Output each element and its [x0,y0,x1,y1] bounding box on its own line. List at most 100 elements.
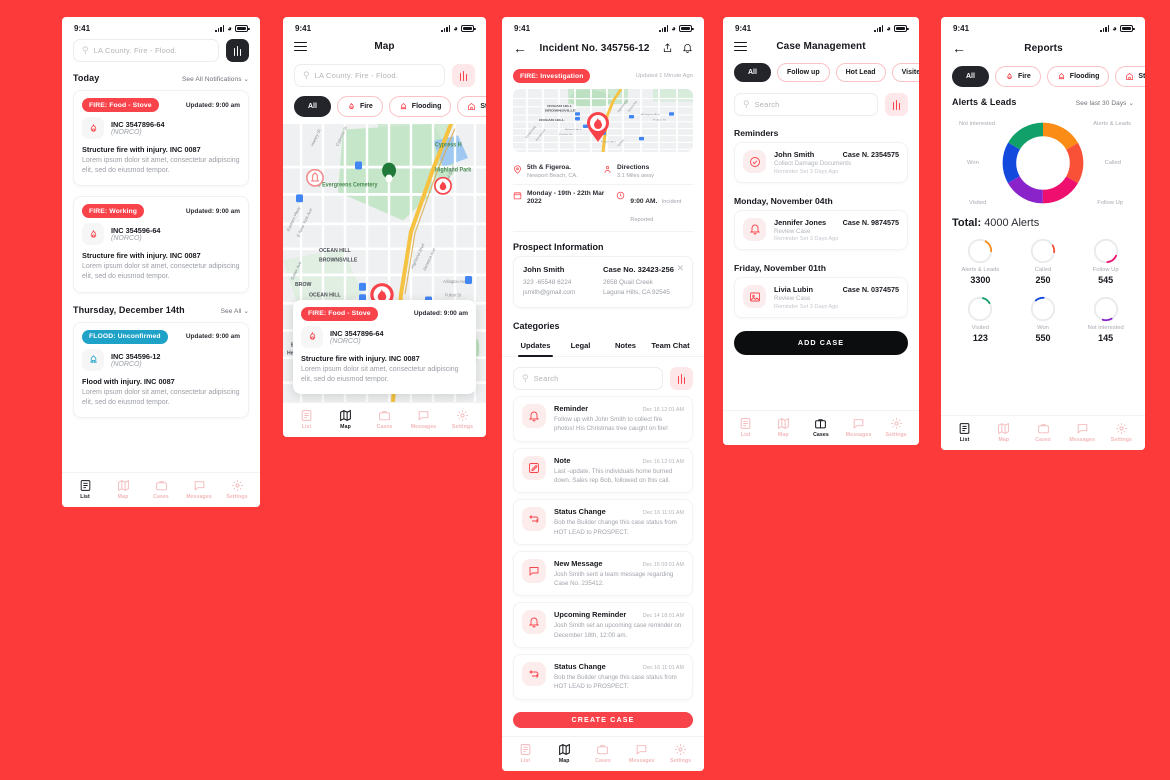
feed-title: Upcoming Reminder [554,610,627,620]
status-indicators: ◕ [215,24,250,33]
chip-flooding[interactable]: Flooding [388,96,452,117]
tab-settings[interactable]: Settings [661,743,700,764]
prospect-card[interactable]: ✕ John Smith 323 -65548 6224 jsmith@gmai… [513,255,693,309]
stat-grid: Alerts & Leads 3300 Called 250 Follow Up… [941,233,1145,351]
filter-button[interactable] [226,39,249,62]
tab-list[interactable]: List [66,479,104,500]
reminder-case-no: Case N. 0374575 [842,285,899,295]
chip-fire[interactable]: Fire [336,96,383,117]
add-case-button[interactable]: ADD CASE [734,330,908,355]
incident-map[interactable]: OCEAN HILL BROWNSVILLE OCEAN HILL Atlanti… [513,89,693,152]
svg-text:OCEAN HILL: OCEAN HILL [547,104,573,107]
chip-all[interactable]: All [952,66,989,87]
filter-button[interactable] [885,93,908,116]
tab-settings[interactable]: Settings [1102,422,1141,443]
back-button[interactable]: ← [513,41,527,55]
tab-settings[interactable]: Settings [443,409,482,430]
tab-settings[interactable]: Settings [218,479,256,500]
map-pin-fire[interactable] [433,176,453,202]
status-time: 9:41 [295,24,312,33]
reminder-name: Livia Lubin [774,285,814,295]
tab-map[interactable]: Map [326,409,365,430]
tab-list[interactable]: List [287,409,326,430]
chip-flooding[interactable]: Flooding [1046,66,1110,87]
map-popup-card[interactable]: FIRE: Food - Stove Updated: 9:00 am INC … [293,299,476,394]
reminder-sub: Review Case [774,227,811,235]
feed-item[interactable]: Status Change Dec 16 11:01 AM Bob the Bu… [513,653,693,700]
tab-cases[interactable]: Cases [365,409,404,430]
tab-list[interactable]: List [945,422,984,443]
tab-list[interactable]: List [727,417,765,438]
sliders-icon [233,45,242,56]
chip-hot-lead[interactable]: Hot Lead [835,63,886,82]
tab-cases[interactable]: Cases [1023,422,1062,443]
meta-directions[interactable]: Directions 3.1 Miles away [603,164,693,179]
create-case-button[interactable]: CREATE CASE [513,711,693,728]
tab-map[interactable]: Map [545,743,584,764]
search-input[interactable]: ⚲ Search [513,367,663,391]
chip-structural[interactable]: Structural [457,96,486,117]
meta-date: Monday - 19th - 22th Mar 2022 [513,190,616,226]
tab-cases[interactable]: Cases [142,479,180,500]
tab-list[interactable]: List [506,743,545,764]
phone-screen-reports: 9:41 ◕ ← Reports All Fire Flooding Struc… [941,17,1145,450]
hamburger-menu-icon[interactable] [734,41,747,52]
reminder-card[interactable]: Livia Lubin Case N. 0374575 Review Case … [734,277,908,318]
bell-icon[interactable] [682,42,693,54]
donut-label-follow-up: Follow Up [1097,200,1123,206]
incident-card[interactable]: FIRE: Working Updated: 9:00 am INC 35459… [73,196,249,293]
chip-structural[interactable]: Structural [1115,66,1145,87]
tab-messages[interactable]: Messages [1063,422,1102,443]
filter-button[interactable] [670,367,693,391]
tab-messages[interactable]: Messages [180,479,218,500]
share-icon[interactable] [662,42,673,54]
see-all-notifications-link[interactable]: See All Notifications ⌄ [182,75,249,83]
feed-item[interactable]: Note Dec 16 12:01 AM Last -update. This … [513,447,693,494]
tab-map[interactable]: Map [765,417,803,438]
chip-follow-up[interactable]: Follow up [776,63,830,82]
see-last-30-days-link[interactable]: See last 30 Days ⌄ [1076,99,1134,107]
tab-map[interactable]: Map [984,422,1023,443]
feed-item[interactable]: Upcoming Reminder Dec 14 18:01 AM Josh S… [513,602,693,648]
tab-updates[interactable]: Updates [513,337,558,358]
page-title: Map [374,41,395,52]
search-input[interactable]: ⚲ LA County. Fire - Flood. [73,39,219,62]
tab-cases[interactable]: Cases [802,417,840,438]
tab-cases[interactable]: Cases [584,743,623,764]
search-input[interactable]: ⚲ Search [734,93,878,116]
chip-fire[interactable]: Fire [994,66,1041,87]
close-icon[interactable]: ✕ [676,263,684,273]
hamburger-menu-icon[interactable] [294,41,307,52]
incident-description: Lorem ipsum dolor sit amet, consectetur … [82,263,240,281]
see-all-link[interactable]: See All ⌄ [221,307,249,315]
feed-item[interactable]: Status Change Dec 16 11:01 AM Bob the Bu… [513,499,693,545]
tab-settings[interactable]: Settings [877,417,915,438]
clock-icon [617,191,625,199]
back-button[interactable]: ← [952,41,966,55]
reminder-card[interactable]: Jennifer Jones Case N. 9874575 Review Ca… [734,209,908,251]
feed-body: Note Dec 16 12:01 AM Last -update. This … [554,456,684,486]
tab-messages[interactable]: Messages [840,417,878,438]
feed-item[interactable]: New Message Dec 15 09:01 AM Josh Smith s… [513,550,693,597]
filter-button[interactable] [452,64,475,87]
tab-notes[interactable]: Notes [603,337,648,356]
chip-all[interactable]: All [734,63,771,82]
incident-card[interactable]: FIRE: Food - Stove Updated: 9:00 am INC … [73,90,249,187]
search-input[interactable]: ⚲ LA County. Fire - Flood. [294,64,445,87]
incident-card[interactable]: FLOOD: Unconfirmed Updated: 9:00 am INC … [73,321,249,418]
tab-map[interactable]: Map [104,479,142,500]
tab-legal[interactable]: Legal [558,337,603,356]
tab-messages[interactable]: Messages [404,409,443,430]
svg-text:OCEAN HILL: OCEAN HILL [539,119,565,122]
tab-team-chat[interactable]: Team Chat [648,337,693,356]
total-alerts: Total: 4000 Alerts [941,211,1145,233]
tab-messages[interactable]: Messages [622,743,661,764]
reminder-card[interactable]: John Smith Case N. 2354575 Collect Damag… [734,142,908,183]
map-pin-selected[interactable] [586,111,610,143]
signal-icon [1100,25,1110,32]
map-pin-flood[interactable] [305,168,325,194]
feed-item[interactable]: Reminder Dec 16 12:01 AM Follow up with … [513,396,693,442]
chip-visited[interactable]: Visited [891,63,919,82]
chip-all[interactable]: All [294,96,331,117]
map-canvas[interactable]: The Evergreens Cemetery Cypress H Highla… [283,124,486,402]
